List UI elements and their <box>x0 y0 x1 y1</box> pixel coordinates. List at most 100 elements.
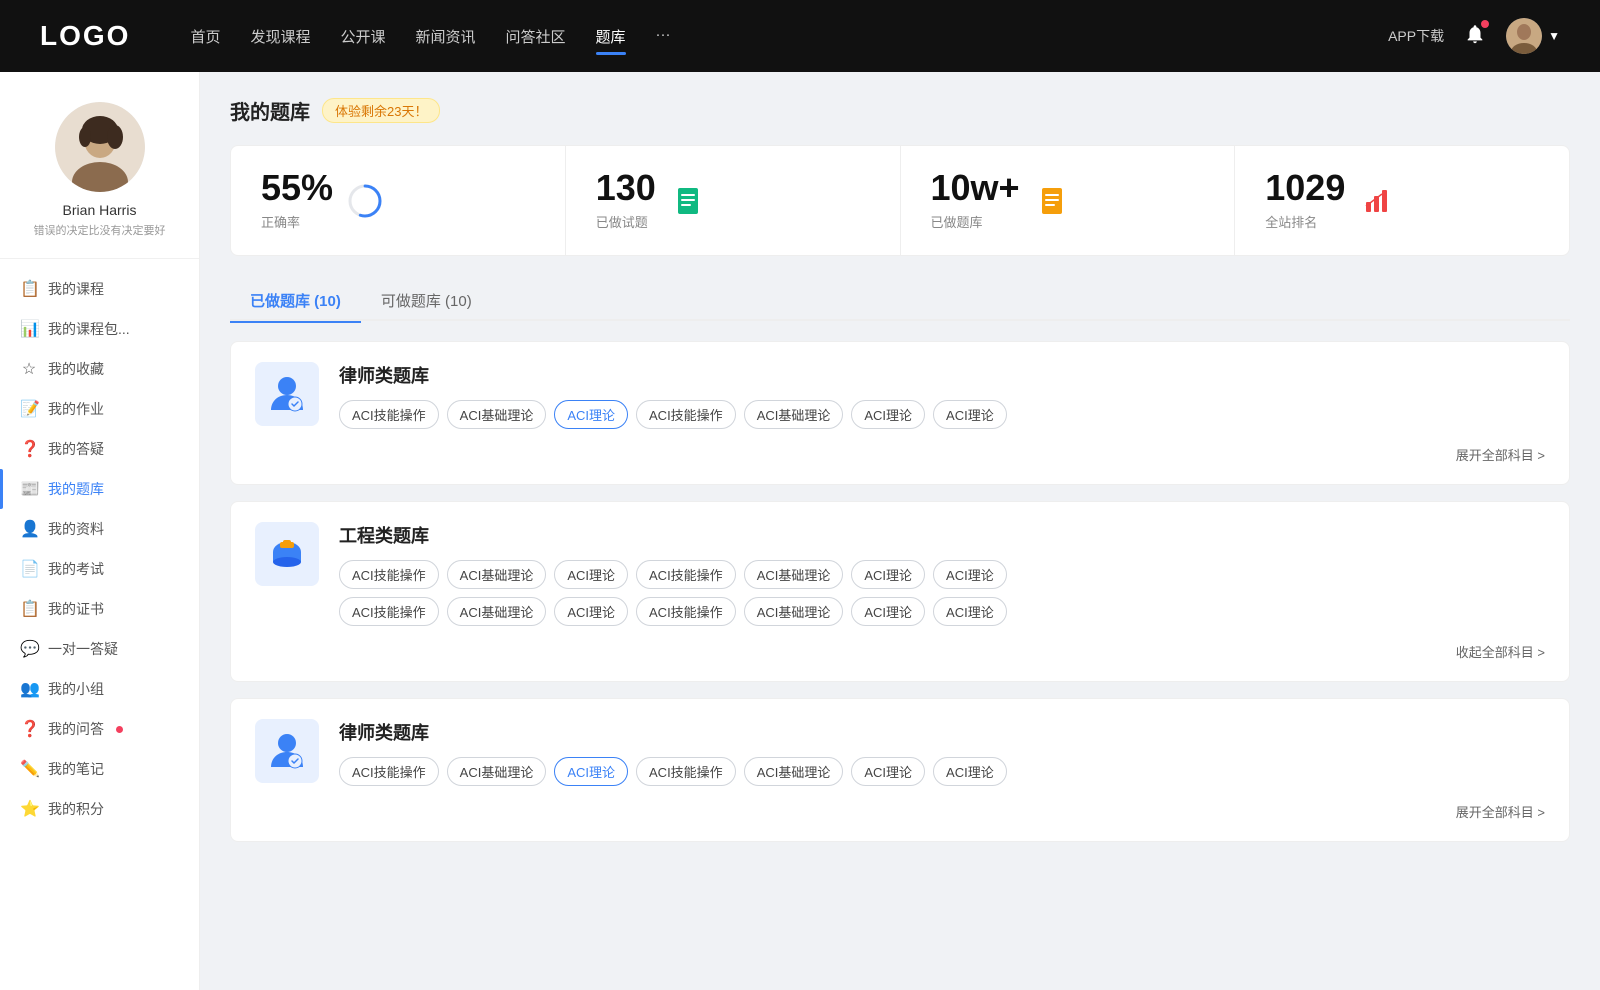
tag-1-r2-5[interactable]: ACI理论 <box>851 597 925 626</box>
notification-bell[interactable] <box>1464 23 1486 50</box>
menu-icon-9: 💬 <box>20 639 38 659</box>
bank-name-0: 律师类题库 <box>339 362 1007 388</box>
tag-1-r1-6[interactable]: ACI理论 <box>933 560 1007 589</box>
menu-icon-10: 👥 <box>20 679 38 699</box>
tab-1[interactable]: 可做题库 (10) <box>361 280 492 321</box>
app-download-link[interactable]: APP下载 <box>1388 26 1444 46</box>
tag-0-3[interactable]: ACI技能操作 <box>636 400 736 429</box>
sidebar-item-1[interactable]: 📊我的课程包... <box>0 309 199 349</box>
tag-1-r2-1[interactable]: ACI基础理论 <box>447 597 547 626</box>
bank-icon-1 <box>255 522 319 586</box>
stat-item-1: 130已做试题 <box>566 146 901 255</box>
menu-label-12: 我的笔记 <box>48 759 104 779</box>
menu-icon-3: 📝 <box>20 399 38 419</box>
sidebar-item-13[interactable]: ⭐我的积分 <box>0 789 199 829</box>
tag-2-4[interactable]: ACI基础理论 <box>744 757 844 786</box>
tag-0-2[interactable]: ACI理论 <box>554 400 628 429</box>
tag-1-r2-6[interactable]: ACI理论 <box>933 597 1007 626</box>
nav-item-问答社区[interactable]: 问答社区 <box>506 22 566 51</box>
menu-icon-0: 📋 <box>20 279 38 299</box>
notification-dot-11 <box>116 726 123 733</box>
menu-icon-4: ❓ <box>20 439 38 459</box>
tag-2-0[interactable]: ACI技能操作 <box>339 757 439 786</box>
menu-label-8: 我的证书 <box>48 599 104 619</box>
stat-item-0: 55%正确率 <box>231 146 566 255</box>
profile-avatar <box>55 102 145 192</box>
sidebar-item-7[interactable]: 📄我的考试 <box>0 549 199 589</box>
profile-name: Brian Harris <box>16 202 183 218</box>
menu-label-7: 我的考试 <box>48 559 104 579</box>
avatar <box>1506 18 1542 54</box>
sidebar-menu: 📋我的课程📊我的课程包...☆我的收藏📝我的作业❓我的答疑📰我的题库👤我的资料📄… <box>0 259 199 839</box>
tag-1-r2-4[interactable]: ACI基础理论 <box>744 597 844 626</box>
page-header: 我的题库 体验剩余23天！ <box>230 96 1570 125</box>
tag-0-0[interactable]: ACI技能操作 <box>339 400 439 429</box>
sidebar-item-9[interactable]: 💬一对一答疑 <box>0 629 199 669</box>
stat-value-0: 55% <box>261 170 333 206</box>
tag-1-r2-0[interactable]: ACI技能操作 <box>339 597 439 626</box>
nav-item-首页[interactable]: 首页 <box>190 22 220 51</box>
sidebar-item-2[interactable]: ☆我的收藏 <box>0 349 199 389</box>
menu-icon-5: 📰 <box>20 479 38 499</box>
sidebar: Brian Harris 错误的决定比没有决定要好 📋我的课程📊我的课程包...… <box>0 72 200 990</box>
sidebar-item-3[interactable]: 📝我的作业 <box>0 389 199 429</box>
sidebar-item-6[interactable]: 👤我的资料 <box>0 509 199 549</box>
menu-icon-6: 👤 <box>20 519 38 539</box>
tag-1-r1-1[interactable]: ACI基础理论 <box>447 560 547 589</box>
nav-menu: 首页 发现课程 公开课 新闻资讯 问答社区 题库 ··· <box>190 22 1348 51</box>
stat-icon-2 <box>1034 183 1070 219</box>
layout: Brian Harris 错误的决定比没有决定要好 📋我的课程📊我的课程包...… <box>0 72 1600 990</box>
tag-0-6[interactable]: ACI理论 <box>933 400 1007 429</box>
tag-2-5[interactable]: ACI理论 <box>851 757 925 786</box>
trial-badge: 体验剩余23天！ <box>322 98 440 123</box>
tag-2-1[interactable]: ACI基础理论 <box>447 757 547 786</box>
tag-2-2[interactable]: ACI理论 <box>554 757 628 786</box>
nav-item-题库[interactable]: 题库 <box>596 22 626 51</box>
tag-2-3[interactable]: ACI技能操作 <box>636 757 736 786</box>
menu-icon-11: ❓ <box>20 719 38 739</box>
bank-card-1: 工程类题库ACI技能操作ACI基础理论ACI理论ACI技能操作ACI基础理论AC… <box>230 501 1570 682</box>
tag-2-6[interactable]: ACI理论 <box>933 757 1007 786</box>
sidebar-item-11[interactable]: ❓ 我的问答 <box>0 709 199 749</box>
nav-item-发现课程[interactable]: 发现课程 <box>250 22 310 51</box>
stat-icon-0 <box>347 183 383 219</box>
tag-0-1[interactable]: ACI基础理论 <box>447 400 547 429</box>
tab-0[interactable]: 已做题库 (10) <box>230 280 361 321</box>
tag-1-r2-3[interactable]: ACI技能操作 <box>636 597 736 626</box>
sidebar-item-12[interactable]: ✏️ 我的笔记 <box>0 749 199 789</box>
tag-1-r1-3[interactable]: ACI技能操作 <box>636 560 736 589</box>
tag-0-4[interactable]: ACI基础理论 <box>744 400 844 429</box>
tag-1-r2-2[interactable]: ACI理论 <box>554 597 628 626</box>
chevron-down-icon: ▼ <box>1548 29 1560 43</box>
sidebar-item-0[interactable]: 📋我的课程 <box>0 269 199 309</box>
logo: LOGO <box>40 20 130 52</box>
bank-icon-2 <box>255 719 319 783</box>
nav-item-···[interactable]: ··· <box>656 22 671 51</box>
expand-link-1[interactable]: 收起全部科目 > <box>255 642 1545 661</box>
expand-link-2[interactable]: 展开全部科目 > <box>255 802 1545 821</box>
notification-badge <box>1481 20 1489 28</box>
menu-icon-12: ✏️ <box>20 759 38 779</box>
menu-label-11: 我的问答 <box>48 719 104 739</box>
menu-label-1: 我的课程包... <box>48 319 130 339</box>
bank-card-0: 律师类题库ACI技能操作ACI基础理论ACI理论ACI技能操作ACI基础理论AC… <box>230 341 1570 485</box>
tag-1-r1-0[interactable]: ACI技能操作 <box>339 560 439 589</box>
tag-0-5[interactable]: ACI理论 <box>851 400 925 429</box>
menu-icon-13: ⭐ <box>20 799 38 819</box>
sidebar-item-5[interactable]: 📰我的题库 <box>0 469 199 509</box>
stat-value-2: 10w+ <box>931 170 1020 206</box>
nav-item-公开课[interactable]: 公开课 <box>340 22 385 51</box>
user-avatar-area[interactable]: ▼ <box>1506 18 1560 54</box>
tag-1-r1-2[interactable]: ACI理论 <box>554 560 628 589</box>
tag-1-r1-4[interactable]: ACI基础理论 <box>744 560 844 589</box>
sidebar-item-8[interactable]: 📋我的证书 <box>0 589 199 629</box>
expand-link-0[interactable]: 展开全部科目 > <box>255 445 1545 464</box>
sidebar-item-10[interactable]: 👥 我的小组 <box>0 669 199 709</box>
menu-label-10: 我的小组 <box>48 679 104 699</box>
tag-1-r1-5[interactable]: ACI理论 <box>851 560 925 589</box>
profile-section: Brian Harris 错误的决定比没有决定要好 <box>0 92 199 259</box>
stat-label-3: 全站排名 <box>1265 212 1345 231</box>
nav-item-新闻资讯[interactable]: 新闻资讯 <box>416 22 476 51</box>
sidebar-item-4[interactable]: ❓我的答疑 <box>0 429 199 469</box>
bank-name-2: 律师类题库 <box>339 719 1007 745</box>
